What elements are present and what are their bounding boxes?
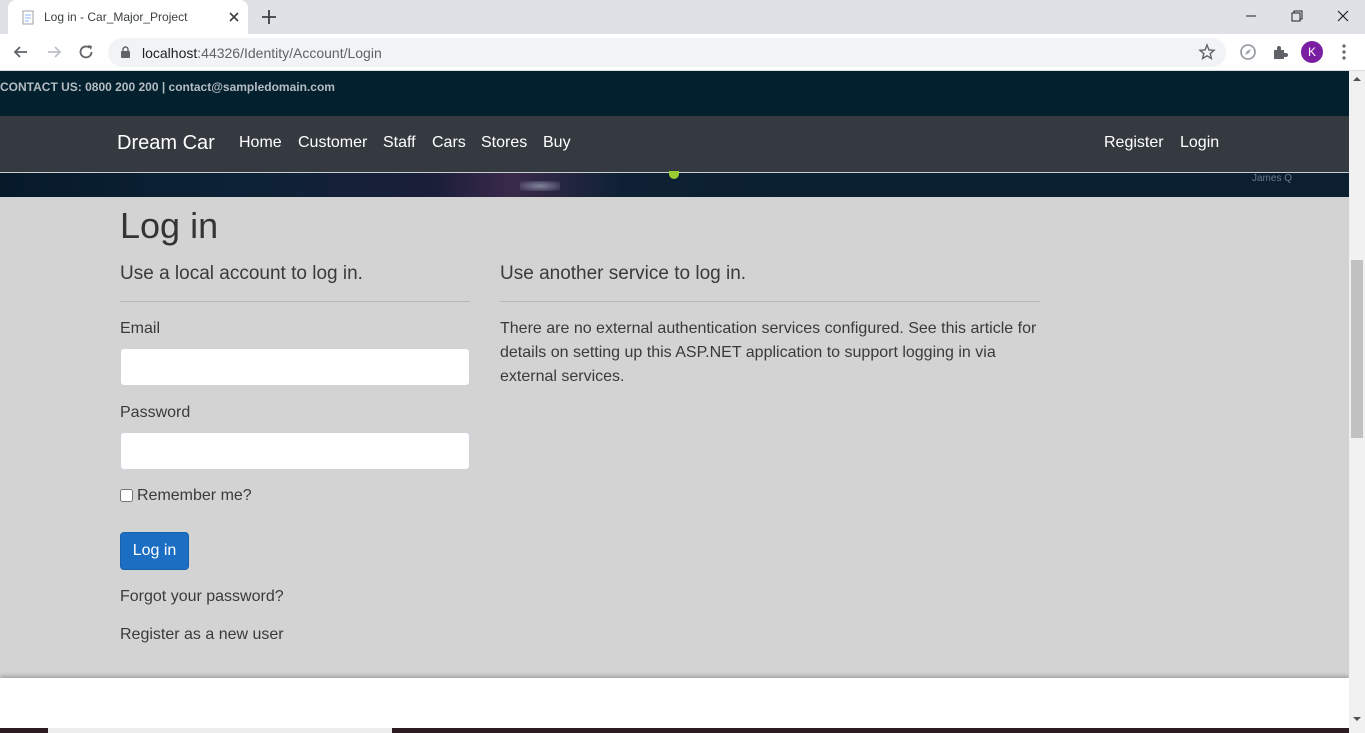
password-label: Password <box>120 404 191 421</box>
browser-tab-title: Log in - Car_Major_Project <box>44 10 188 24</box>
url-path: :44326/Identity/Account/Login <box>197 45 382 61</box>
password-input[interactable] <box>120 432 470 470</box>
nav-customer[interactable]: Customer <box>298 134 367 152</box>
restore-icon[interactable] <box>1287 6 1307 26</box>
forward-arrow-icon[interactable] <box>44 42 64 62</box>
log-in-button[interactable]: Log in <box>120 532 189 570</box>
profile-avatar[interactable]: K <box>1301 41 1323 63</box>
remember-me-label: Remember me? <box>137 487 252 504</box>
address-bar[interactable]: localhost:44326/Identity/Account/Login <box>108 38 1226 67</box>
remember-me-checkbox[interactable] <box>120 489 133 502</box>
hero-signature: James Q <box>1252 173 1293 184</box>
local-account-heading: Use a local account to log in. <box>120 263 363 284</box>
reload-icon[interactable] <box>76 42 96 62</box>
url-text[interactable]: localhost:44326/Identity/Account/Login <box>142 45 382 61</box>
footer-strip-segment <box>48 728 392 733</box>
brand-link[interactable]: Dream Car <box>117 132 215 155</box>
menu-kebab-icon[interactable] <box>1334 42 1354 62</box>
nav-stores[interactable]: Stores <box>481 134 527 152</box>
plus-icon[interactable] <box>260 8 278 26</box>
vertical-scrollbar[interactable] <box>1349 71 1365 733</box>
nav-register[interactable]: Register <box>1104 134 1164 152</box>
page-title: Log in <box>120 205 219 246</box>
email-label: Email <box>120 320 161 337</box>
footer-image-strip <box>0 728 1349 733</box>
bookmark-star-icon[interactable] <box>1198 43 1216 61</box>
extensions-puzzle-icon[interactable] <box>1270 42 1290 62</box>
external-divider <box>500 301 1040 302</box>
external-auth-message: There are no external authentication ser… <box>500 320 1037 385</box>
local-divider <box>120 301 470 302</box>
browser-tab-strip: Log in - Car_Major_Project <box>0 0 1365 34</box>
scroll-down-arrow-icon[interactable] <box>1353 715 1361 723</box>
scroll-up-arrow-icon[interactable] <box>1353 75 1361 83</box>
back-arrow-icon[interactable] <box>11 42 31 62</box>
scrollbar-thumb[interactable] <box>1351 260 1363 438</box>
external-service-heading: Use another service to log in. <box>500 263 747 284</box>
site-navbar: Dream Car Home Customer Staff Cars Store… <box>0 116 1349 173</box>
hero-light-glow <box>520 181 560 191</box>
nav-home[interactable]: Home <box>239 134 282 152</box>
page-footer <box>0 678 1349 728</box>
browser-toolbar: localhost:44326/Identity/Account/Login K <box>0 34 1365 71</box>
lock-icon <box>121 46 130 58</box>
extension-compass-icon[interactable] <box>1238 42 1258 62</box>
close-icon[interactable] <box>226 9 242 25</box>
nav-login[interactable]: Login <box>1180 134 1219 152</box>
contact-text: CONTACT US: 0800 200 200 | contact@sampl… <box>0 80 335 94</box>
url-host: localhost <box>142 45 198 61</box>
forgot-password-link[interactable]: Forgot your password? <box>120 588 284 606</box>
document-icon <box>22 10 34 25</box>
page-viewport: CONTACT US: 0800 200 200 | contact@sampl… <box>0 71 1349 733</box>
browser-tab-active[interactable]: Log in - Car_Major_Project <box>8 0 248 34</box>
minimize-icon[interactable] <box>1241 6 1261 26</box>
nav-cars[interactable]: Cars <box>432 134 466 152</box>
nav-buy[interactable]: Buy <box>543 134 571 152</box>
contact-bar: CONTACT US: 0800 200 200 | contact@sampl… <box>0 71 1349 116</box>
nav-staff[interactable]: Staff <box>383 134 416 152</box>
email-input[interactable] <box>120 348 470 386</box>
register-new-user-link[interactable]: Register as a new user <box>120 626 284 644</box>
window-close-icon[interactable] <box>1333 6 1353 26</box>
